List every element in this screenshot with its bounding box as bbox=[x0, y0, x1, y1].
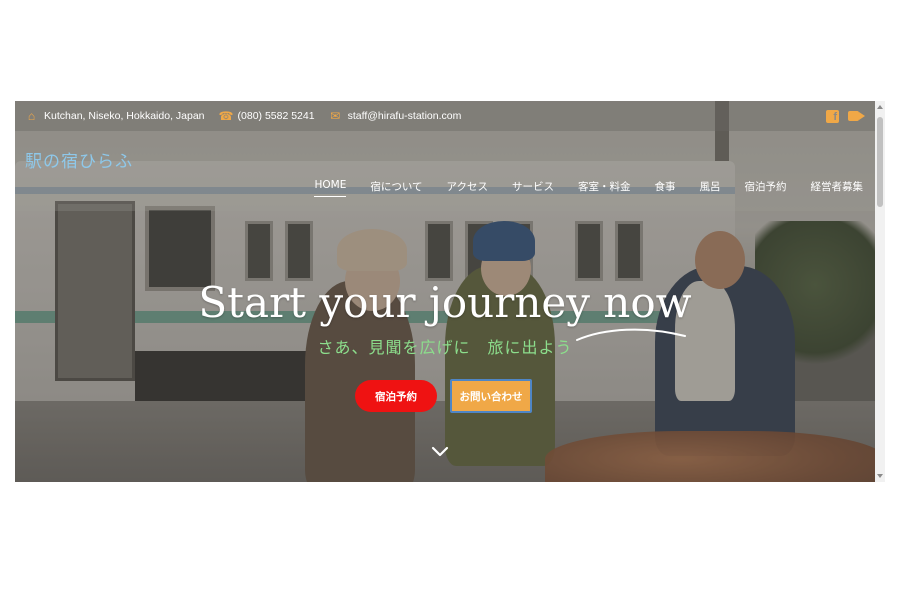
scrollbar-thumb[interactable] bbox=[877, 117, 883, 207]
chevron-down-icon[interactable] bbox=[431, 445, 449, 459]
phone-icon: ☎ bbox=[218, 109, 234, 123]
contact-button[interactable]: お問い合わせ bbox=[450, 379, 532, 413]
main-nav: HOME 宿について アクセス サービス 客室・料金 食事 風呂 宿泊予約 経営… bbox=[302, 179, 875, 197]
nav-item-home[interactable]: HOME bbox=[314, 179, 347, 197]
nav-item-about[interactable]: 宿について bbox=[370, 179, 422, 197]
nav-item-rooms-rates[interactable]: 客室・料金 bbox=[578, 179, 631, 197]
address-info: ⌂ Kutchan, Niseko, Hokkaido, Japan bbox=[25, 109, 205, 123]
phone-text[interactable]: (080) 5582 5241 bbox=[238, 110, 315, 122]
scroll-up-arrow[interactable] bbox=[877, 105, 883, 109]
site-header: 駅の宿ひらふ HOME 宿について アクセス サービス 客室・料金 食事 風呂 … bbox=[15, 131, 875, 211]
book-stay-button[interactable]: 宿泊予約 bbox=[355, 380, 437, 412]
nav-item-meals[interactable]: 食事 bbox=[655, 179, 676, 197]
facebook-icon[interactable] bbox=[826, 109, 839, 124]
envelope-icon: ✉ bbox=[330, 109, 341, 123]
email-text[interactable]: staff@hirafu-station.com bbox=[348, 110, 462, 122]
top-info-bar: ⌂ Kutchan, Niseko, Hokkaido, Japan ☎ (08… bbox=[15, 101, 875, 131]
hero-title: Start your journey now bbox=[198, 278, 692, 327]
nav-item-reservation[interactable]: 宿泊予約 bbox=[745, 179, 787, 197]
nav-item-recruit-managers[interactable]: 経営者募集 bbox=[811, 179, 864, 197]
site-logo[interactable]: 駅の宿ひらふ bbox=[25, 147, 133, 172]
scroll-down-arrow[interactable] bbox=[877, 474, 883, 478]
nav-item-access[interactable]: アクセス bbox=[447, 179, 488, 197]
home-icon: ⌂ bbox=[27, 109, 36, 123]
social-links bbox=[826, 109, 865, 124]
hero-subtitle: さあ、見聞を広げに 旅に出よう bbox=[317, 338, 573, 357]
nav-item-services[interactable]: サービス bbox=[512, 179, 554, 197]
browser-viewport: ⌂ Kutchan, Niseko, Hokkaido, Japan ☎ (08… bbox=[15, 101, 885, 482]
address-text: Kutchan, Niseko, Hokkaido, Japan bbox=[44, 110, 205, 122]
nav-item-bath[interactable]: 風呂 bbox=[700, 179, 721, 197]
email-info[interactable]: ✉ staff@hirafu-station.com bbox=[329, 109, 462, 123]
vertical-scrollbar[interactable] bbox=[875, 101, 885, 482]
phone-info[interactable]: ☎ (080) 5582 5241 bbox=[219, 109, 315, 123]
video-camera-icon[interactable] bbox=[848, 110, 865, 122]
